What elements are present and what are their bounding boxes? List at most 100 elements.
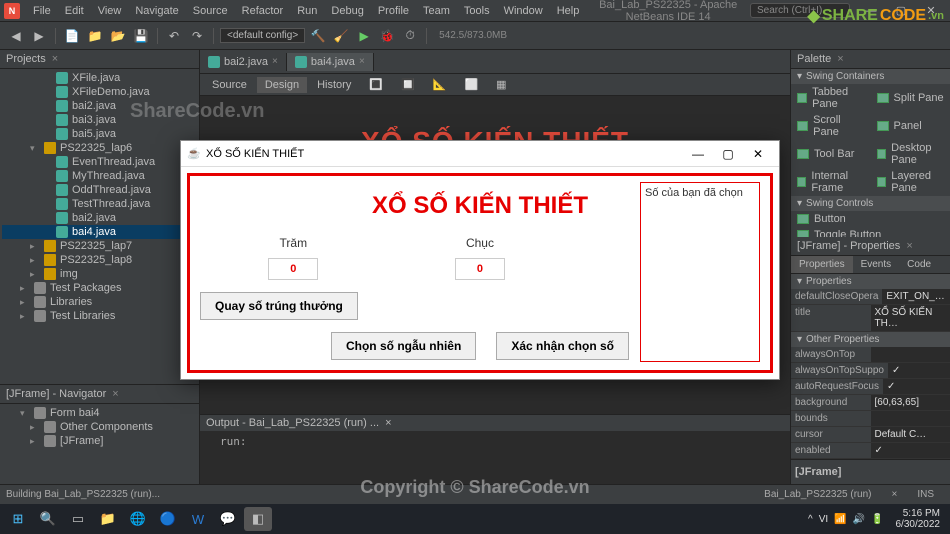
wifi-icon[interactable]: 📶 xyxy=(834,514,846,525)
file-tab[interactable]: bai2.java× xyxy=(200,53,287,71)
clock[interactable]: 5:16 PM 6/30/2022 xyxy=(890,508,947,530)
tree-item[interactable]: ▸PS22325_lap8 xyxy=(2,253,197,267)
tree-item[interactable]: bai3.java xyxy=(2,113,197,127)
word-icon[interactable]: W xyxy=(184,507,212,531)
close-icon[interactable]: × xyxy=(906,240,912,252)
design-tool-icon[interactable]: ⬜ xyxy=(456,76,486,93)
system-tray[interactable]: ^ VI 📶 🔊 🔋 5:16 PM 6/30/2022 xyxy=(808,508,946,530)
tree-item[interactable]: ▸PS22325_lap7 xyxy=(2,239,197,253)
start-button[interactable]: ⊞ xyxy=(4,507,32,531)
task-view-icon[interactable]: ▭ xyxy=(64,507,92,531)
run-icon[interactable]: ▶ xyxy=(354,26,374,46)
battery-icon[interactable]: 🔋 xyxy=(871,514,883,525)
profile-icon[interactable]: ⏱ xyxy=(400,26,420,46)
tree-item[interactable]: OddThread.java xyxy=(2,183,197,197)
nav-item[interactable]: ▸[JFrame] xyxy=(2,434,197,448)
tree-item[interactable]: bai4.java xyxy=(2,225,197,239)
save-all-icon[interactable]: 💾 xyxy=(131,26,151,46)
tree-item[interactable]: ▸Libraries xyxy=(2,295,197,309)
minimize-button[interactable]: — xyxy=(856,5,886,17)
prop-tab[interactable]: Properties xyxy=(791,256,853,273)
tree-item[interactable]: bai2.java xyxy=(2,211,197,225)
prop-row[interactable]: alwaysOnTopSuppo✓ xyxy=(791,363,950,379)
tree-item[interactable]: EvenThread.java xyxy=(2,155,197,169)
forward-icon[interactable]: ▶ xyxy=(29,26,49,46)
design-tool-icon[interactable]: 🔲 xyxy=(393,76,423,93)
quay-so-button[interactable]: Quay số trúng thưởng xyxy=(200,292,358,320)
prop-tab[interactable]: Code xyxy=(899,256,939,273)
close-icon[interactable]: × xyxy=(837,53,843,65)
prop-row[interactable]: defaultCloseOperaEXIT_ON_… xyxy=(791,289,950,305)
tree-item[interactable]: ▾PS22325_lap6 xyxy=(2,141,197,155)
tree-item[interactable]: XFile.java xyxy=(2,71,197,85)
menu-team[interactable]: Team xyxy=(416,3,457,19)
language-indicator[interactable]: VI xyxy=(819,514,828,525)
menu-profile[interactable]: Profile xyxy=(371,3,416,19)
chevron-up-icon[interactable]: ^ xyxy=(808,514,813,525)
tree-item[interactable]: MyThread.java xyxy=(2,169,197,183)
prop-row[interactable]: enabled✓ xyxy=(791,443,950,459)
tree-item[interactable]: ▸Test Packages xyxy=(2,281,197,295)
close-icon[interactable]: × xyxy=(52,53,58,65)
nav-item[interactable]: ▸Other Components xyxy=(2,420,197,434)
palette-item[interactable]: Button xyxy=(791,211,950,227)
tree-item[interactable]: bai2.java xyxy=(2,99,197,113)
explorer-icon[interactable]: 📁 xyxy=(94,507,122,531)
volume-icon[interactable]: 🔊 xyxy=(853,514,865,525)
tree-item[interactable]: ▸Test Libraries xyxy=(2,309,197,323)
menu-tools[interactable]: Tools xyxy=(457,3,497,19)
chon-so-ngau-nhien-button[interactable]: Chọn số ngẫu nhiên xyxy=(331,332,476,360)
design-tool-icon[interactable]: ▦ xyxy=(488,76,514,93)
menu-window[interactable]: Window xyxy=(497,3,550,19)
open-icon[interactable]: 📂 xyxy=(108,26,128,46)
redo-icon[interactable]: ↷ xyxy=(187,26,207,46)
maximize-button[interactable]: ▢ xyxy=(713,147,743,161)
menu-navigate[interactable]: Navigate xyxy=(128,3,185,19)
prop-row[interactable]: titleXỔ SỐ KIẾN TH… xyxy=(791,305,950,332)
menu-file[interactable]: File xyxy=(26,3,58,19)
search-icon[interactable]: 🔍 xyxy=(34,507,62,531)
palette-item[interactable]: Tabbed Pane xyxy=(791,84,871,112)
palette-item[interactable]: Toggle Button xyxy=(791,227,950,237)
menu-edit[interactable]: Edit xyxy=(58,3,91,19)
edge-icon[interactable]: 🌐 xyxy=(124,507,152,531)
palette-item[interactable]: Scroll Pane xyxy=(791,112,871,140)
palette-item[interactable]: Layered Pane xyxy=(871,168,950,196)
new-file-icon[interactable]: 📄 xyxy=(62,26,82,46)
new-project-icon[interactable]: 📁 xyxy=(85,26,105,46)
tree-item[interactable]: ▸img xyxy=(2,267,197,281)
xac-nhan-button[interactable]: Xác nhận chọn số xyxy=(496,332,629,360)
tree-item[interactable]: XFileDemo.java xyxy=(2,85,197,99)
prop-tab[interactable]: Events xyxy=(853,256,900,273)
palette-item[interactable]: Tool Bar xyxy=(791,140,871,168)
prop-row[interactable]: bounds xyxy=(791,411,950,427)
menu-debug[interactable]: Debug xyxy=(324,3,370,19)
app-icon[interactable]: 💬 xyxy=(214,507,242,531)
tree-item[interactable]: bai5.java xyxy=(2,127,197,141)
prop-row[interactable]: autoRequestFocus✓ xyxy=(791,379,950,395)
close-icon[interactable]: × xyxy=(385,417,391,429)
palette-item[interactable]: Split Pane xyxy=(871,84,950,112)
minimize-button[interactable]: — xyxy=(683,147,713,161)
palette-item[interactable]: Panel xyxy=(871,112,950,140)
nav-item[interactable]: ▾Form bai4 xyxy=(2,406,197,420)
close-button[interactable]: ✕ xyxy=(743,147,773,161)
projects-tree[interactable]: XFile.javaXFileDemo.javabai2.javabai3.ja… xyxy=(0,69,199,384)
menu-refactor[interactable]: Refactor xyxy=(235,3,291,19)
prop-row[interactable]: cursorDefault C… xyxy=(791,427,950,443)
prop-row[interactable]: alwaysOnTop xyxy=(791,347,950,363)
close-icon[interactable]: × xyxy=(112,388,118,400)
prop-row[interactable]: background[60,63,65] xyxy=(791,395,950,411)
file-tab[interactable]: bai4.java× xyxy=(287,53,374,71)
design-tool-icon[interactable]: 🔳 xyxy=(361,76,391,93)
dialog-title-bar[interactable]: ☕ XỔ SỐ KIẾN THIẾT — ▢ ✕ xyxy=(181,141,779,167)
palette-group[interactable]: ▾Swing Controls xyxy=(791,196,950,211)
maximize-button[interactable]: ▢ xyxy=(886,4,916,17)
subtab-source[interactable]: Source xyxy=(204,77,255,93)
chrome-icon[interactable]: 🔵 xyxy=(154,507,182,531)
palette-group[interactable]: ▾Swing Containers xyxy=(791,69,950,84)
config-combo[interactable]: <default config> xyxy=(220,28,305,43)
close-button[interactable]: ✕ xyxy=(916,4,946,17)
subtab-history[interactable]: History xyxy=(309,77,359,93)
menu-view[interactable]: View xyxy=(91,3,129,19)
